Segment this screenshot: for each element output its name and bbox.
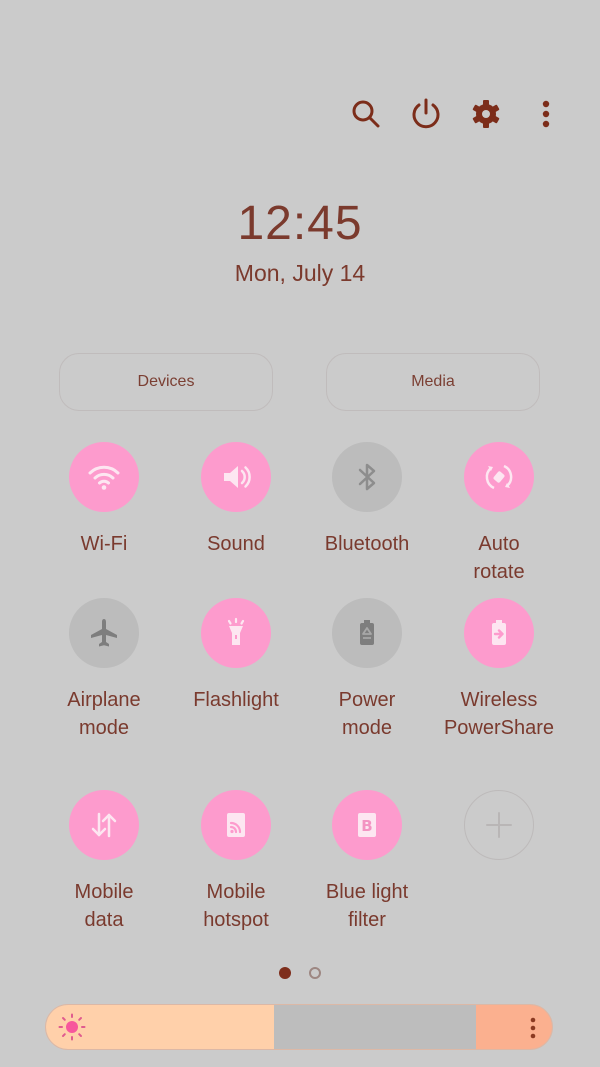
tile-label: Auto rotate — [473, 533, 525, 583]
power-icon — [412, 98, 440, 129]
brightness-sun-icon — [58, 1013, 86, 1041]
tile-label: Wireless PowerShare — [443, 689, 555, 739]
tile-toggle-mobile-data[interactable] — [69, 790, 139, 860]
search-icon — [352, 100, 380, 128]
wireless-powershare-icon — [492, 620, 506, 645]
tile-mobile-hotspot[interactable]: Mobile hotspot — [171, 790, 301, 934]
tile-power-mode[interactable]: Power mode — [302, 598, 432, 742]
tile-wifi[interactable]: Wi-Fi — [39, 442, 169, 558]
add-tile-button[interactable] — [434, 790, 564, 878]
tile-toggle-airplane[interactable] — [69, 598, 139, 668]
tile-toggle-blue-light-filter[interactable]: B — [332, 790, 402, 860]
flashlight-icon — [227, 617, 245, 645]
tile-label: Flashlight — [193, 689, 279, 711]
page-indicator — [0, 967, 600, 981]
tile-label: Blue light filter — [325, 881, 409, 931]
devices-button[interactable]: Devices — [59, 353, 273, 411]
header-toolbar — [0, 92, 600, 136]
tile-toggle-sound[interactable] — [201, 442, 271, 512]
tile-toggle-add[interactable] — [464, 790, 534, 860]
wifi-icon — [88, 465, 120, 490]
tile-toggle-power-mode[interactable] — [332, 598, 402, 668]
page-dot-1[interactable] — [279, 967, 291, 979]
auto-rotate-icon — [485, 464, 513, 490]
tile-mobile-data[interactable]: Mobile data — [39, 790, 169, 934]
tile-auto-rotate[interactable]: Auto rotate — [434, 442, 564, 586]
clock-date: Mon, July 14 — [234, 260, 366, 286]
search-button[interactable] — [344, 92, 388, 136]
tile-toggle-wireless-powershare[interactable] — [464, 598, 534, 668]
tile-flashlight[interactable]: Flashlight — [171, 598, 301, 714]
tile-bluetooth[interactable]: Bluetooth — [302, 442, 432, 558]
blue-light-filter-icon: B — [358, 813, 376, 837]
add-icon — [486, 812, 512, 838]
tile-toggle-wifi[interactable] — [69, 442, 139, 512]
gear-icon — [472, 100, 500, 128]
brightness-more-icon[interactable] — [528, 1016, 538, 1040]
airplane-icon — [91, 619, 117, 647]
tile-blue-light-filter[interactable]: B Blue light filter — [302, 790, 432, 934]
tile-toggle-bluetooth[interactable] — [332, 442, 402, 512]
tile-sound[interactable]: Sound — [171, 442, 301, 558]
media-button[interactable]: Media — [326, 353, 540, 411]
tile-label: Power mode — [338, 689, 396, 739]
tile-label: Mobile data — [74, 881, 134, 931]
clock-time: 12:45 — [237, 197, 363, 250]
tile-label: Sound — [207, 533, 265, 555]
tile-label: Bluetooth — [324, 533, 410, 555]
tile-label: Mobile hotspot — [203, 881, 269, 931]
svg-text:B: B — [361, 817, 372, 835]
sound-icon — [224, 466, 251, 488]
tile-label: Airplane mode — [67, 689, 141, 739]
bluetooth-icon — [358, 463, 376, 491]
tile-toggle-auto-rotate[interactable] — [464, 442, 534, 512]
tile-label: Wi-Fi — [80, 533, 128, 555]
mobile-data-icon — [91, 812, 117, 838]
more-vert-icon — [542, 100, 550, 128]
tile-airplane[interactable]: Airplane mode — [39, 598, 169, 742]
tile-toggle-mobile-hotspot[interactable] — [201, 790, 271, 860]
more-options-button[interactable] — [524, 92, 568, 136]
tile-toggle-flashlight[interactable] — [201, 598, 271, 668]
power-mode-icon — [360, 620, 374, 645]
brightness-slider[interactable] — [45, 1004, 553, 1050]
page-dot-2[interactable] — [309, 967, 321, 979]
brightness-options-area — [476, 1005, 552, 1049]
tile-wireless-powershare[interactable]: Wireless PowerShare — [434, 598, 564, 742]
power-button[interactable] — [404, 92, 448, 136]
mobile-hotspot-icon — [227, 813, 245, 837]
settings-button[interactable] — [464, 92, 508, 136]
